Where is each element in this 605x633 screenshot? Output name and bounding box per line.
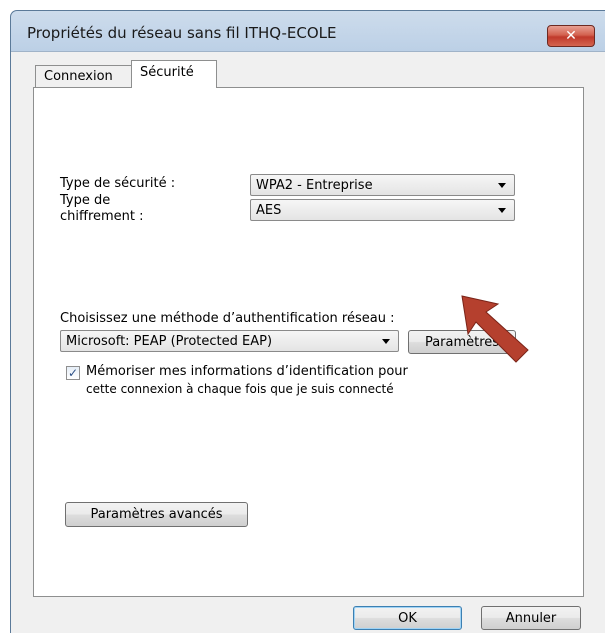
remember-credentials-label-line1: Mémoriser mes informations d’identificat… <box>86 364 408 379</box>
chevron-down-icon <box>498 183 506 188</box>
encryption-type-dropdown[interactable]: AES <box>250 199 515 221</box>
tab-securite[interactable]: Sécurité <box>131 60 217 88</box>
chevron-down-icon <box>382 339 390 344</box>
remember-credentials-checkbox[interactable]: ✓ <box>66 366 80 380</box>
advanced-settings-button[interactable]: Paramètres avancés <box>65 502 248 527</box>
advanced-settings-button-label: Paramètres avancés <box>90 507 223 522</box>
tab-connexion[interactable]: Connexion <box>35 65 131 87</box>
cancel-button[interactable]: Annuler <box>481 606 581 630</box>
encryption-type-label-line2: chiffrement : <box>60 209 144 224</box>
auth-method-dropdown[interactable]: Microsoft: PEAP (Protected EAP) <box>60 330 399 352</box>
security-type-dropdown[interactable]: WPA2 - Entreprise <box>250 174 515 196</box>
auth-method-value: Microsoft: PEAP (Protected EAP) <box>66 333 273 349</box>
title-bar[interactable]: Propriétés du réseau sans fil ITHQ-ECOLE… <box>11 11 605 51</box>
ok-button-label: OK <box>398 610 417 626</box>
encryption-type-label-line1: Type de <box>60 193 111 208</box>
cancel-button-label: Annuler <box>505 610 557 626</box>
close-icon: ✕ <box>565 28 577 44</box>
remember-credentials-label-line2: cette connexion à chaque fois que je sui… <box>86 382 394 396</box>
encryption-type-value: AES <box>256 202 282 218</box>
security-type-label: Type de sécurité : <box>60 176 176 191</box>
close-button[interactable]: ✕ <box>547 25 595 47</box>
auth-method-label: Choisissez une méthode d’authentificatio… <box>60 311 395 326</box>
chevron-down-icon <box>498 208 506 213</box>
annotation-arrow-icon <box>461 295 529 363</box>
tab-connexion-label: Connexion <box>44 69 113 84</box>
ok-button[interactable]: OK <box>353 606 462 630</box>
security-type-value: WPA2 - Entreprise <box>256 177 373 193</box>
window-title: Propriétés du réseau sans fil ITHQ-ECOLE <box>27 24 337 42</box>
checkmark-icon: ✓ <box>67 366 79 380</box>
tab-securite-label: Sécurité <box>140 65 194 80</box>
